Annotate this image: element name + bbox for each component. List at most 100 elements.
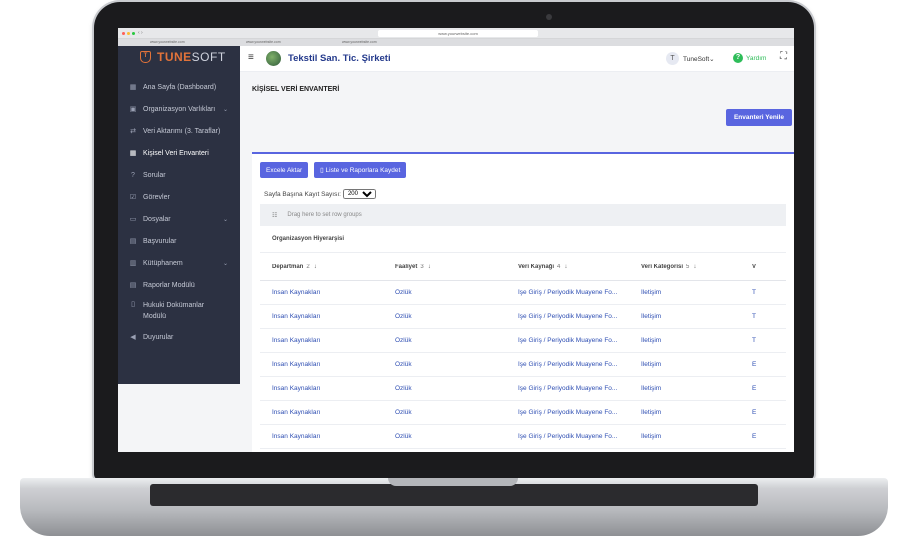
table-cell[interactable]: İletişim (629, 337, 752, 344)
table-cell[interactable]: İletişim (629, 433, 752, 440)
sidebar-item-library[interactable]: ▥ Kütüphanem ⌄ (118, 252, 240, 274)
table-cell[interactable]: İletişim (629, 385, 752, 392)
table-cell[interactable]: İşe Giriş / Periyodik Muayene Fo... (506, 337, 629, 344)
page-title: KİŞİSEL VERİ ENVANTERİ (252, 86, 340, 93)
table-cell[interactable]: İşe Giriş / Periyodik Muayene Fo... (506, 385, 629, 392)
maximize-window-icon[interactable] (132, 32, 135, 35)
table-row[interactable]: İnsan Kaynakları Özlük İşe Giriş / Periyod… (260, 281, 786, 305)
table-row[interactable]: İnsan Kaynakları Özlük İşe Giriş / Periyod… (260, 425, 786, 449)
page-size-control: Sayfa Başına Kayıt Sayısı: 200 (264, 189, 376, 199)
table-cell[interactable]: İşe Giriş / Periyodik Muayene Fo... (506, 409, 629, 416)
window-controls (122, 32, 135, 35)
table-row[interactable]: İnsan Kaynakları Özlük İşe Giriş / Periyod… (260, 353, 786, 377)
sidebar-item-label: Dosyalar (143, 215, 171, 223)
sidebar-item-reports[interactable]: ▤ Raporlar Modülü (118, 274, 240, 296)
table-row[interactable]: İnsan Kaynakları Özlük İşe Giriş / Periyod… (260, 401, 786, 425)
chevron-down-icon: ⌄ (222, 106, 228, 113)
column-header-activity[interactable]: Faaliyet 3 ↓ (383, 264, 506, 270)
transfer-icon: ⇄ (130, 128, 136, 135)
table-cell[interactable]: İşe Giriş / Periyodik Muayene Fo... (506, 433, 629, 440)
sidebar-item-files[interactable]: ▭ Dosyalar ⌄ (118, 208, 240, 230)
minimize-window-icon[interactable] (127, 32, 130, 35)
row-group-hint: Drag here to set row groups (287, 212, 362, 218)
sidebar-item-applications[interactable]: ▤ Başvurular (118, 230, 240, 252)
hamburger-menu-icon[interactable]: ≡ (248, 52, 254, 63)
table-cell[interactable]: İletişim (629, 361, 752, 368)
table-cell[interactable]: İnsan Kaynakları (260, 433, 383, 440)
browser-tab[interactable]: www.yourwebsite.com (150, 40, 185, 44)
table-cell[interactable]: İşe Giriş / Periyodik Muayene Fo... (506, 313, 629, 320)
sidebar-item-dashboard[interactable]: ▦ Ana Sayfa (Dashboard) (118, 76, 240, 98)
table-cell[interactable]: E (752, 385, 782, 392)
company-name: Tekstil San. Tic. Şirketi (288, 53, 391, 64)
table-cell[interactable]: E (752, 433, 782, 440)
table-cell[interactable]: İnsan Kaynakları (260, 313, 383, 320)
table-cell[interactable]: Özlük (383, 409, 506, 416)
help-link[interactable]: Yardım (746, 55, 766, 62)
column-header-data-source[interactable]: Veri Kaynağı 4 ↓ (506, 264, 629, 270)
table-cell[interactable]: İnsan Kaynakları (260, 361, 383, 368)
table-cell[interactable]: Özlük (383, 337, 506, 344)
sidebar-item-organization-assets[interactable]: ▣ Organizasyon Varlıkları ⌄ (118, 98, 240, 120)
table-cell[interactable]: T (752, 289, 782, 296)
browser-tab[interactable]: www.yourwebsite.com (246, 40, 281, 44)
brand-logo[interactable]: T TUNESOFT (118, 46, 240, 68)
table-cell[interactable]: İşe Giriş / Periyodik Muayene Fo... (506, 289, 629, 296)
browser-nav-arrows-icon[interactable]: ‹ › (138, 30, 143, 36)
column-header-department[interactable]: Departman 2 ↓ (260, 264, 383, 270)
refresh-inventory-button[interactable]: Envanteri Yenile (726, 109, 792, 126)
column-header-data-category[interactable]: Veri Kategorisi 5 ↓ (629, 264, 752, 270)
sidebar-item-label: Sorular (143, 171, 166, 179)
sidebar-item-legal-documents[interactable]: ▯ Hukuki Dokümanlar Modülü (118, 296, 240, 326)
inventory-card: Excele Aktar ▯ Liste ve Raporlara Kaydet… (252, 152, 794, 452)
table-cell[interactable]: T (752, 337, 782, 344)
column-header-label: Faaliyet (395, 263, 418, 270)
save-to-lists-button[interactable]: ▯ Liste ve Raporlara Kaydet (314, 162, 407, 178)
sidebar-item-tasks[interactable]: ☑ Görevler (118, 186, 240, 208)
sort-order: 5 (686, 263, 690, 270)
table-cell[interactable]: İletişim (629, 289, 752, 296)
table-row[interactable]: İnsan Kaynakları Özlük İşe Giriş / Periyod… (260, 329, 786, 353)
sidebar-item-data-transfer[interactable]: ⇄ Veri Aktarımı (3. Taraflar) (118, 120, 240, 142)
table-row[interactable]: İnsan Kaynakları Özlük İşe Giriş / Periyod… (260, 305, 786, 329)
avatar[interactable]: T (666, 52, 679, 65)
top-header: ≡ Tekstil San. Tic. Şirketi T TuneSoft⌄ … (240, 46, 794, 72)
sidebar-item-label-wrap: Hukuki Dokümanlar Modülü (143, 300, 204, 322)
table-cell[interactable]: Özlük (383, 433, 506, 440)
page-size-select[interactable]: 200 (342, 189, 376, 199)
close-window-icon[interactable] (122, 32, 125, 35)
help-icon[interactable]: ? (733, 53, 743, 63)
table-cell[interactable]: İnsan Kaynakları (260, 337, 383, 344)
url-bar[interactable]: www.yourwebsite.com (378, 30, 538, 37)
fullscreen-icon[interactable]: ⛶ (780, 51, 787, 62)
table-cell[interactable]: İnsan Kaynakları (260, 409, 383, 416)
table-row[interactable]: İnsan Kaynakları Özlük İşe Giriş / Periyod… (260, 377, 786, 401)
table-cell[interactable]: Özlük (383, 289, 506, 296)
sort-order: 4 (557, 263, 561, 270)
table-cell[interactable]: Özlük (383, 313, 506, 320)
browser-bar: ‹ › www.yourwebsite.com (118, 28, 794, 39)
table-cell[interactable]: Özlük (383, 361, 506, 368)
row-group-panel[interactable]: ☷ Drag here to set row groups (260, 204, 786, 226)
browser-tabs: www.yourwebsite.com www.yourwebsite.com … (118, 39, 794, 46)
chevron-down-icon: ⌄ (709, 56, 715, 63)
table-cell[interactable]: İşe Giriş / Periyodik Muayene Fo... (506, 361, 629, 368)
table-cell[interactable]: T (752, 313, 782, 320)
browser-tab[interactable]: www.yourwebsite.com (342, 40, 377, 44)
sidebar-item-label: Ana Sayfa (Dashboard) (143, 83, 217, 91)
table-cell[interactable]: İnsan Kaynakları (260, 289, 383, 296)
column-header-partial[interactable]: V (752, 264, 782, 270)
report-icon: ▤ (129, 282, 137, 289)
table-cell[interactable]: İnsan Kaynakları (260, 385, 383, 392)
export-excel-button[interactable]: Excele Aktar (260, 162, 309, 178)
table-cell[interactable]: E (752, 409, 782, 416)
table-cell[interactable]: İletişim (629, 313, 752, 320)
table-cell[interactable]: İletişim (629, 409, 752, 416)
chevron-down-icon: ⌄ (222, 260, 228, 267)
table-cell[interactable]: E (752, 361, 782, 368)
sidebar-item-personal-data-inventory[interactable]: ▦ Kişisel Veri Envanteri (118, 142, 240, 164)
table-cell[interactable]: Özlük (383, 385, 506, 392)
sidebar-item-announcements[interactable]: ◀ Duyurular (118, 326, 240, 348)
user-menu[interactable]: TuneSoft⌄ (683, 55, 715, 63)
sidebar-item-questions[interactable]: ? Sorular (118, 164, 240, 186)
